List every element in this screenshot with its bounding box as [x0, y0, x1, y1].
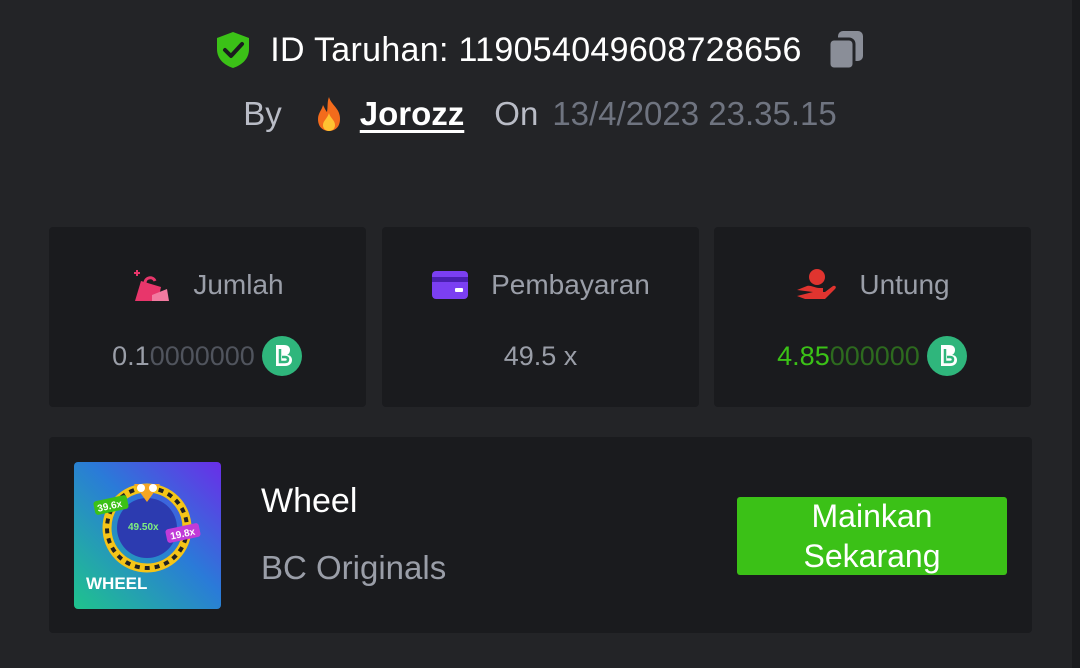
- bet-id-value: 119054049608728656: [458, 30, 802, 69]
- bet-id-label: ID Taruhan:: [270, 30, 449, 69]
- bet-meta-row: By Jorozz On 13/4/2023 23.35.15: [0, 90, 1080, 138]
- by-label: By: [243, 95, 282, 132]
- profit-header: Untung: [714, 265, 1031, 305]
- profit-value-main: 4.85: [777, 340, 830, 371]
- bc-coin-icon: [926, 336, 967, 376]
- username-text: Jorozz: [359, 95, 465, 132]
- amount-label: Jumlah: [193, 269, 284, 300]
- payout-label: Pembayaran: [491, 269, 650, 300]
- bet-id-text: ID Taruhan: 119054049608728656: [270, 31, 801, 70]
- wheel-game-art: 39.6x 49.50x 19.8x WHEEL: [74, 462, 221, 609]
- payout-value-text: 49.5 x: [503, 340, 578, 371]
- username-link[interactable]: Jorozz: [312, 95, 465, 133]
- profit-value: 4.85 000000: [714, 335, 1031, 377]
- hand-coin-icon: [797, 269, 837, 299]
- game-title: Wheel: [261, 482, 358, 520]
- payout-card: Pembayaran 49.5 x: [382, 227, 699, 407]
- amount-value-faded: 0000000: [149, 340, 255, 371]
- fire-icon: [317, 97, 340, 131]
- game-provider: BC Originals: [261, 549, 447, 586]
- amount-card: Jumlah 0.1 0000000: [49, 227, 366, 407]
- copy-icon[interactable]: [826, 28, 866, 72]
- payout-value: 49.5 x: [382, 335, 699, 377]
- profit-value-faded: 000000: [829, 340, 920, 371]
- bet-id-row: ID Taruhan: 119054049608728656: [0, 26, 1080, 74]
- profit-label: Untung: [859, 269, 950, 300]
- on-label: On: [494, 95, 539, 132]
- card-icon: [432, 271, 469, 299]
- thumb-mult-2: 49.50x: [128, 522, 159, 533]
- amount-header: Jumlah: [49, 265, 366, 305]
- payout-header: Pembayaran: [382, 265, 699, 305]
- bc-coin-icon: [261, 336, 302, 376]
- game-card: 39.6x 49.50x 19.8x WHEEL Wheel BC Origin…: [49, 437, 1032, 633]
- profit-card: Untung 4.85 000000: [714, 227, 1031, 407]
- verified-shield-icon: [217, 32, 250, 68]
- thumb-title: WHEEL: [86, 574, 147, 593]
- bet-datetime: 13/4/2023 23.35.15: [552, 95, 837, 132]
- amount-value: 0.1 0000000: [49, 335, 366, 377]
- play-now-button[interactable]: Mainkan Sekarang: [737, 497, 1007, 575]
- game-thumbnail[interactable]: 39.6x 49.50x 19.8x WHEEL: [74, 462, 221, 609]
- money-bag-icon: [134, 270, 170, 301]
- amount-value-main: 0.1: [112, 340, 150, 371]
